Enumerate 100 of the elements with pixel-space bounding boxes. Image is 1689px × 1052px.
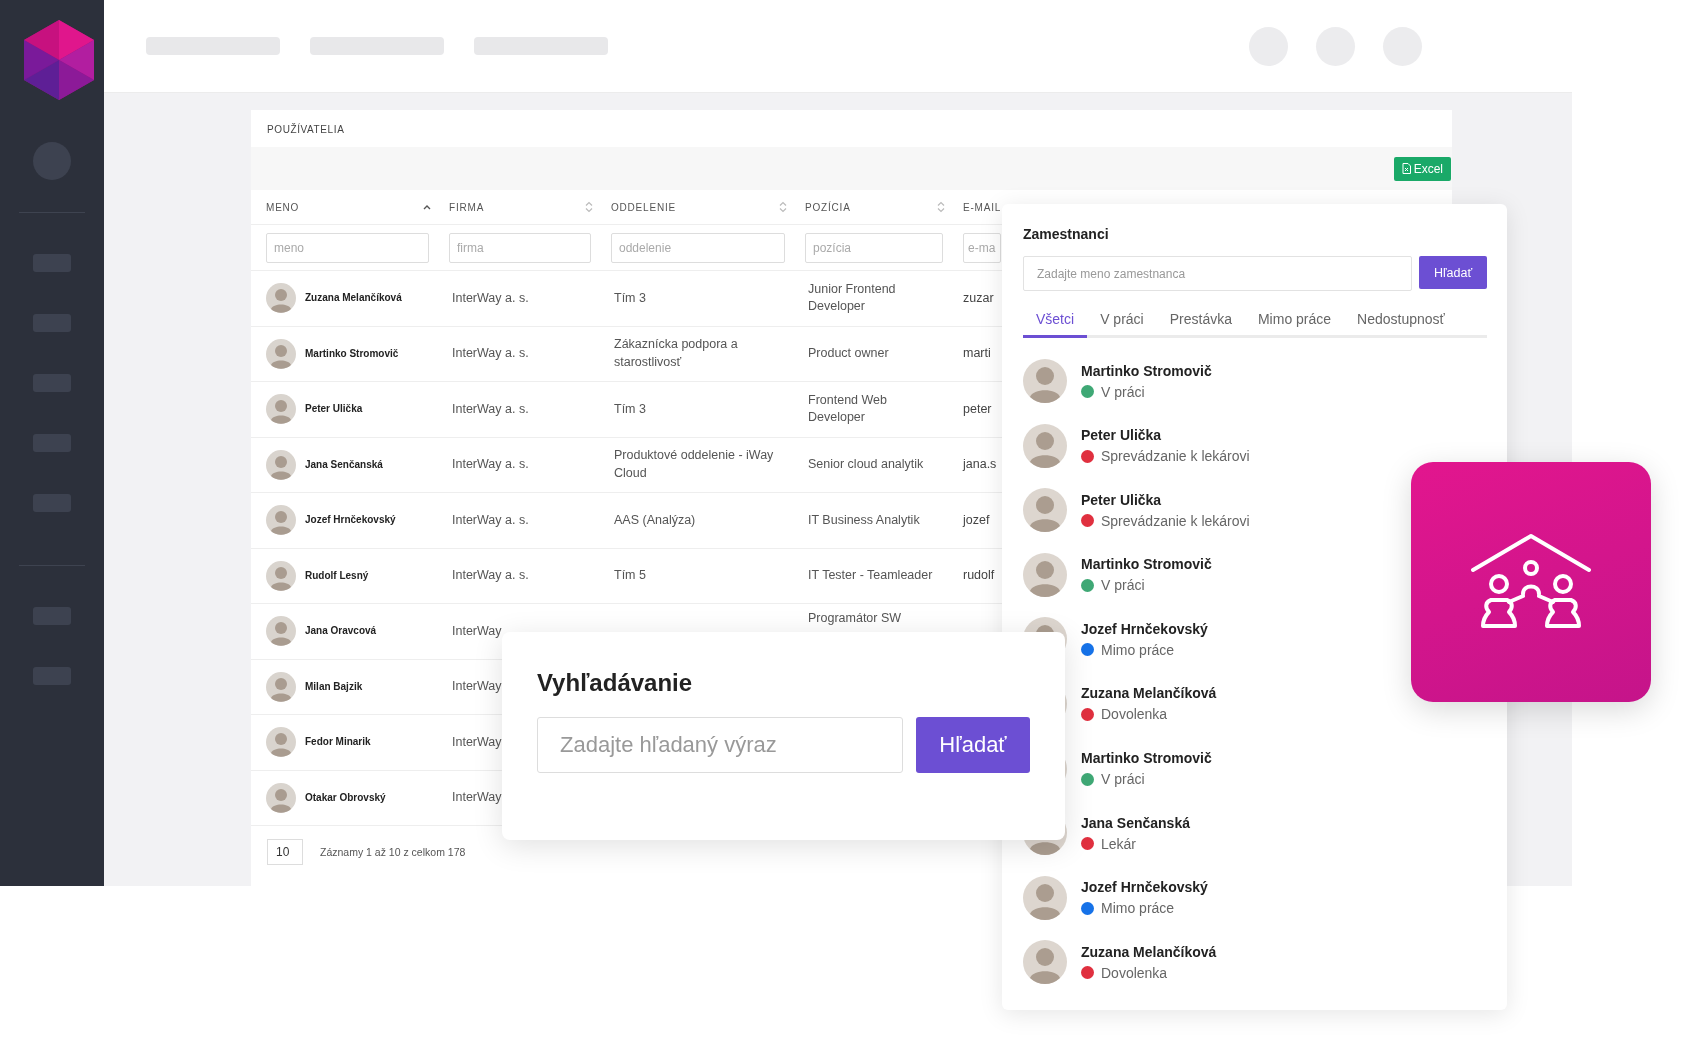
user-name: Zuzana Melančíková bbox=[305, 291, 402, 306]
table-cell-text: InterWay bbox=[452, 678, 502, 695]
table-cell: jozef bbox=[963, 511, 990, 529]
avatar-icon bbox=[266, 449, 296, 480]
table-cell: InterWay bbox=[452, 622, 502, 640]
table-cell-text: Junior Frontend Developer bbox=[808, 280, 897, 316]
user-name: Martinko Stromovič bbox=[305, 346, 399, 361]
panel-title: Zamestnanci bbox=[1023, 226, 1110, 242]
avatar-icon bbox=[266, 616, 296, 647]
table-cell: zuzar bbox=[963, 289, 994, 307]
table-cell-text: Product owner bbox=[808, 345, 889, 362]
table-cell-text: Tím 5 bbox=[614, 567, 646, 584]
column-header[interactable]: MENO bbox=[266, 201, 300, 213]
user-name: Rudolf Lesný bbox=[305, 568, 369, 583]
user-name: Fedor Minarik bbox=[305, 735, 371, 750]
employee-name[interactable]: Martinko Stromovič bbox=[1081, 362, 1212, 379]
search-button[interactable]: Hľadať bbox=[1419, 256, 1487, 289]
table-cell: InterWay a. s. bbox=[452, 511, 529, 529]
employee-search-field[interactable]: Zadajte meno zamestnanca bbox=[1023, 256, 1412, 291]
search-button[interactable]: Hľadať bbox=[916, 717, 1030, 773]
employee-name[interactable]: Zuzana Melančíková bbox=[1081, 943, 1217, 960]
avatar-icon bbox=[266, 505, 296, 536]
table-cell: InterWay a. s. bbox=[452, 289, 529, 307]
column-header[interactable]: POZÍCIA bbox=[805, 201, 851, 213]
status-tab[interactable]: Mimo práce bbox=[1244, 305, 1345, 338]
records-summary: Záznamy 1 až 10 z celkom 178 bbox=[320, 846, 466, 858]
avatar-icon bbox=[266, 283, 296, 314]
avatar-icon bbox=[266, 560, 296, 591]
file-icon bbox=[1401, 163, 1411, 174]
table-cell: AAS (Analýza) bbox=[614, 511, 696, 529]
user-name: Jana Senčanská bbox=[305, 457, 383, 472]
table-cell-text: Programátor SW bbox=[808, 610, 902, 627]
table-cell-text: Frontend Web Developer bbox=[808, 391, 888, 427]
table-cell-text: rudolf bbox=[963, 567, 995, 584]
table-cell-text: Produktové oddelenie - iWay Cloud bbox=[614, 447, 775, 482]
employee-status: Mimo práce bbox=[1101, 641, 1175, 658]
table-cell: peter bbox=[963, 400, 992, 418]
employee-status: Sprevádzanie k lekárovi bbox=[1101, 448, 1250, 465]
user-name: Milan Bajzik bbox=[305, 679, 363, 694]
table-cell-text: InterWay a. s. bbox=[452, 456, 529, 473]
status-tab[interactable]: V práci bbox=[1087, 305, 1157, 338]
employee-name[interactable]: Zuzana Melančíková bbox=[1081, 685, 1217, 702]
sort-icon[interactable] bbox=[585, 201, 593, 213]
filter-field[interactable]: firma bbox=[449, 232, 591, 263]
table-cell-text: Zákaznícka podpora a starostlivosť bbox=[614, 336, 739, 371]
search-field[interactable]: Zadajte hľadaný výraz bbox=[537, 717, 903, 773]
dialog-title: Vyhľadávanie bbox=[537, 669, 694, 697]
table-cell-text: InterWay a. s. bbox=[452, 345, 529, 362]
avatar-icon bbox=[266, 782, 296, 813]
sort-icon[interactable] bbox=[937, 201, 945, 213]
table-cell: Tím 3 bbox=[614, 289, 646, 307]
table-cell-text: InterWay a. s. bbox=[452, 567, 529, 584]
column-header[interactable]: E-MAIL bbox=[963, 201, 1002, 213]
page-size-field[interactable]: 10 bbox=[267, 839, 303, 865]
employee-status: Mimo práce bbox=[1101, 900, 1175, 917]
avatar-icon bbox=[266, 338, 296, 369]
employee-status: Dovolenka bbox=[1101, 964, 1168, 981]
employee-name[interactable]: Martinko Stromovič bbox=[1081, 556, 1212, 573]
table-cell-text: Senior cloud analytik bbox=[808, 456, 924, 473]
status-tab[interactable]: Nedostupnosť bbox=[1344, 305, 1458, 338]
filter-field[interactable]: e-ma bbox=[963, 232, 1001, 263]
user-name: Jozef Hrnčekovský bbox=[305, 513, 396, 528]
avatar-icon bbox=[1023, 552, 1067, 597]
avatar-icon bbox=[266, 671, 296, 702]
column-header[interactable]: FIRMA bbox=[449, 201, 485, 213]
column-header[interactable]: ODDELENIE bbox=[611, 201, 676, 213]
employee-name[interactable]: Jozef Hrnčekovský bbox=[1081, 620, 1208, 637]
avatar-icon bbox=[266, 727, 296, 758]
table-cell-text: InterWay bbox=[452, 789, 502, 806]
status-tab[interactable]: Všetci bbox=[1023, 305, 1088, 338]
table-cell: Tím 3 bbox=[614, 400, 646, 418]
table-cell: InterWay a. s. bbox=[452, 400, 529, 418]
table-cell-text: marti bbox=[963, 345, 991, 362]
avatar-icon bbox=[1023, 423, 1067, 468]
employee-status: V práci bbox=[1101, 577, 1145, 594]
card-title: POUŽÍVATELIA bbox=[266, 122, 346, 137]
employee-name[interactable]: Peter Ulička bbox=[1081, 427, 1250, 444]
employee-name[interactable]: Jozef Hrnčekovský bbox=[1081, 879, 1208, 896]
employee-status: Dovolenka bbox=[1101, 706, 1168, 723]
avatar-icon bbox=[1023, 940, 1067, 985]
employee-name[interactable]: Martinko Stromovič bbox=[1081, 750, 1212, 767]
filter-field[interactable]: meno bbox=[266, 232, 429, 263]
employee-status: V práci bbox=[1101, 383, 1145, 400]
avatar-icon bbox=[266, 394, 296, 425]
filter-field[interactable]: pozícia bbox=[805, 232, 943, 263]
table-cell-text: IT Tester - Teamleader bbox=[808, 567, 933, 584]
avatar-icon bbox=[1023, 488, 1067, 533]
table-cell-text: jana.s bbox=[963, 456, 997, 473]
filter-field[interactable]: oddelenie bbox=[611, 232, 785, 263]
employee-status: Lekár bbox=[1101, 835, 1137, 852]
employee-status: Sprevádzanie k lekárovi bbox=[1101, 512, 1250, 529]
avatar-icon bbox=[1023, 875, 1067, 920]
status-tab[interactable]: Prestávka bbox=[1156, 305, 1245, 338]
table-cell: InterWay bbox=[452, 733, 502, 751]
user-name: Otakar Obrovský bbox=[305, 790, 386, 805]
sort-ascending-icon[interactable] bbox=[423, 204, 431, 210]
sort-icon[interactable] bbox=[779, 201, 787, 213]
employee-name[interactable]: Jana Senčanská bbox=[1081, 814, 1190, 831]
employee-name[interactable]: Peter Ulička bbox=[1081, 491, 1250, 508]
employee-status: V práci bbox=[1101, 771, 1145, 788]
